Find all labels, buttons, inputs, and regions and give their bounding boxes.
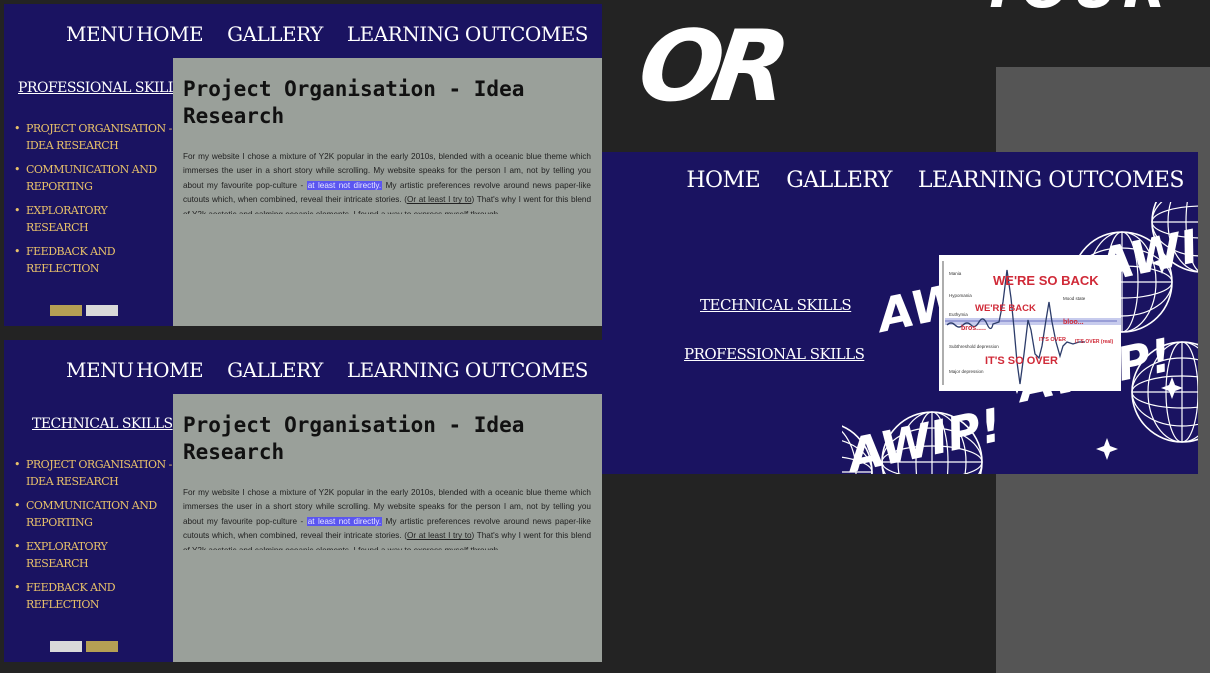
menu-label[interactable]: MENU <box>66 22 134 46</box>
banner-mockup: AWIP! AWIP! AWIP! AWIP! HOME GALLERY LEA… <box>602 152 1198 474</box>
meme-image: Mania Hypomania Euthymia Subthreshold de… <box>939 255 1121 391</box>
body-underline: Or at least I try to <box>406 195 472 205</box>
sidebar: PROFESSIONAL SKILLS PROJECT ORGANISATION… <box>4 58 186 326</box>
meme-label-its-over-real: IT'S OVER (real) <box>1075 339 1114 345</box>
nav-gallery[interactable]: GALLERY <box>786 168 892 193</box>
mockup-professional-skills: MENU HOME GALLERY LEARNING OUTCOMES PROF… <box>4 4 602 326</box>
top-nav: HOME GALLERY LEARNING OUTCOMES <box>136 22 588 46</box>
sidebar-list: PROJECT ORGANISATION - IDEA RESEARCH COM… <box>14 456 172 620</box>
meme-label-so-over: IT'S SO OVER <box>985 355 1058 367</box>
body-highlight: at least not directly. <box>306 516 383 526</box>
meme-label-bloo: bloo... <box>1063 319 1084 326</box>
sidebar-heading-professional-skills[interactable]: PROFESSIONAL SKILLS <box>18 80 186 96</box>
sidebar-item-communication[interactable]: COMMUNICATION AND REPORTING <box>14 161 172 195</box>
theme-swatch-1[interactable] <box>50 641 82 652</box>
sidebar-item-feedback[interactable]: FEEDBACK AND REFLECTION <box>14 579 172 613</box>
content-panel: Project Organisation - Idea Research For… <box>173 58 602 326</box>
sidebar: TECHNICAL SKILLS PROJECT ORGANISATION - … <box>4 394 174 662</box>
sidebar-item-exploratory-research[interactable]: EXPLORATORY RESEARCH <box>14 538 172 572</box>
theme-swatch-2[interactable] <box>86 641 118 652</box>
sidebar-item-project-organisation[interactable]: PROJECT ORGANISATION - IDEA RESEARCH <box>14 456 172 490</box>
menu-label[interactable]: MENU <box>66 358 134 382</box>
top-nav: HOME GALLERY LEARNING OUTCOMES <box>136 358 588 382</box>
axis-label-subthreshold: Subthreshold depression <box>949 344 999 349</box>
nav-learning-outcomes[interactable]: LEARNING OUTCOMES <box>347 22 589 46</box>
meme-headline: WE'RE SO BACK <box>993 273 1099 288</box>
axis-label-mood: Mood state <box>1063 296 1086 301</box>
meme-label-bros: bros..... <box>961 325 986 332</box>
nav-home[interactable]: HOME <box>136 358 203 382</box>
meme-label-back: WE'RE BACK <box>975 303 1036 314</box>
corner-heading-partial: YOUR <box>979 0 1170 21</box>
body-text: For my website I chose a mixture of Y2K … <box>183 150 591 214</box>
axis-label-mania: Mania <box>949 271 962 276</box>
nav-learning-outcomes[interactable]: LEARNING OUTCOMES <box>918 168 1185 193</box>
content-panel: Project Organisation - Idea Research For… <box>173 394 602 662</box>
nav-gallery[interactable]: GALLERY <box>227 22 323 46</box>
body-text: For my website I chose a mixture of Y2K … <box>183 486 591 550</box>
sidebar-item-exploratory-research[interactable]: EXPLORATORY RESEARCH <box>14 202 172 236</box>
page-title: Project Organisation - Idea Research <box>183 413 525 464</box>
nav-home[interactable]: HOME <box>686 168 760 193</box>
link-technical-skills[interactable]: TECHNICAL SKILLS <box>700 296 852 314</box>
axis-label-hypomania: Hypomania <box>949 293 972 298</box>
meme-label-its-over: IT'S OVER <box>1039 337 1066 343</box>
nav-gallery[interactable]: GALLERY <box>227 358 323 382</box>
link-professional-skills[interactable]: PROFESSIONAL SKILLS <box>684 345 865 363</box>
mockup-technical-skills: MENU HOME GALLERY LEARNING OUTCOMES TECH… <box>4 340 602 662</box>
sidebar-item-feedback[interactable]: FEEDBACK AND REFLECTION <box>14 243 172 277</box>
axis-label-euthymia: Euthymia <box>949 312 968 317</box>
top-nav: HOME GALLERY LEARNING OUTCOMES <box>686 168 1184 193</box>
body-highlight: at least not directly. <box>306 180 383 190</box>
nav-home[interactable]: HOME <box>136 22 203 46</box>
axis-label-major: Major depression <box>949 369 984 374</box>
theme-swatch-2[interactable] <box>86 305 118 316</box>
nav-learning-outcomes[interactable]: LEARNING OUTCOMES <box>347 358 589 382</box>
sidebar-list: PROJECT ORGANISATION - IDEA RESEARCH COM… <box>14 120 172 284</box>
page-title: Project Organisation - Idea Research <box>183 77 525 128</box>
or-separator-text: OR <box>631 10 787 124</box>
sidebar-item-communication[interactable]: COMMUNICATION AND REPORTING <box>14 497 172 531</box>
body-underline: Or at least I try to <box>406 531 472 541</box>
sidebar-heading-technical-skills[interactable]: TECHNICAL SKILLS <box>32 416 173 432</box>
theme-swatch-1[interactable] <box>50 305 82 316</box>
sidebar-item-project-organisation[interactable]: PROJECT ORGANISATION - IDEA RESEARCH <box>14 120 172 154</box>
